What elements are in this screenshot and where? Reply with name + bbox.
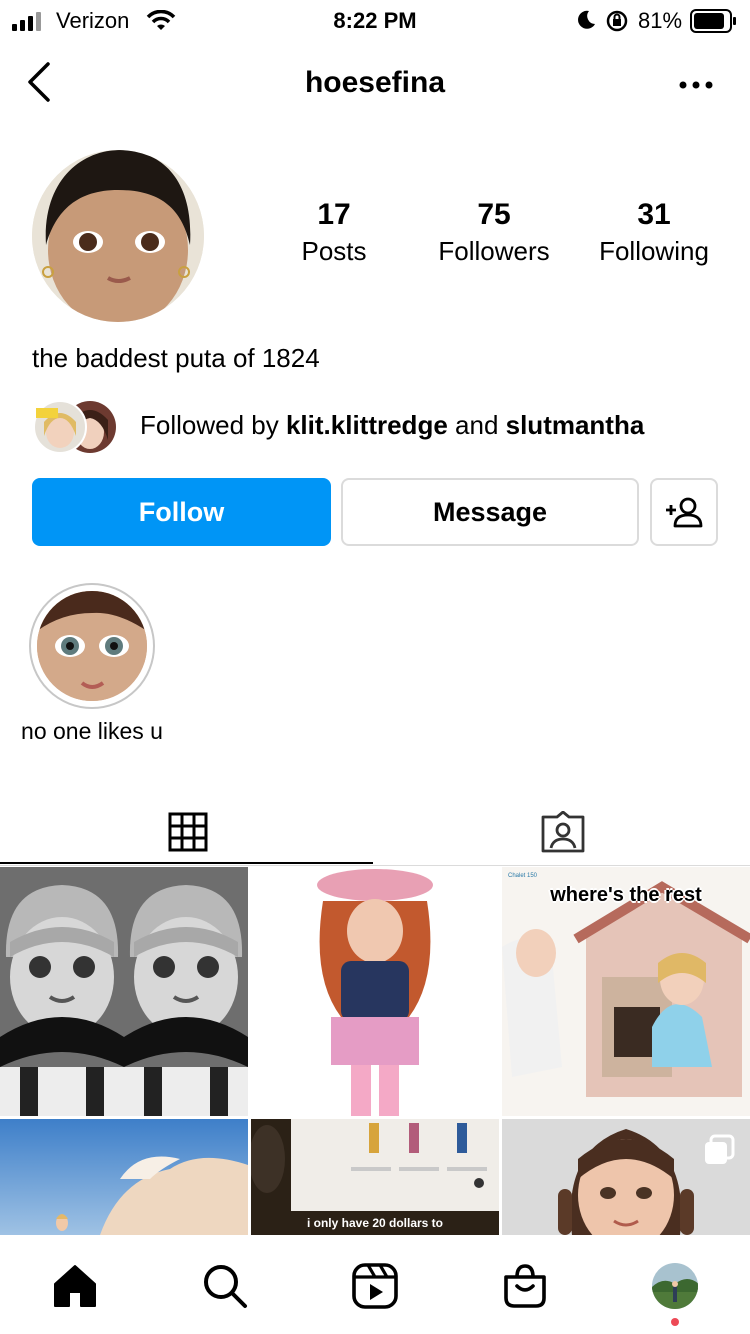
shop-icon	[504, 1264, 546, 1308]
story-highlight-label: no one likes u	[21, 718, 163, 744]
grid-icon	[168, 812, 207, 852]
search-icon	[204, 1265, 247, 1308]
followed-by-text: Followed by klit.klittredge and slutmant…	[140, 410, 644, 441]
reels-icon	[352, 1263, 398, 1309]
battery-icon	[690, 9, 736, 33]
profile-avatar[interactable]	[32, 150, 204, 322]
tab-posts-grid[interactable]	[0, 800, 375, 864]
followed-by-avatars[interactable]	[32, 400, 124, 454]
post-caption: where's the rest	[550, 884, 702, 906]
profile-bio: the baddest puta of 1824	[32, 343, 320, 373]
post-caption: i only have 20 dollars to	[306, 1216, 444, 1230]
followers-label: Followers	[438, 236, 550, 266]
moon-icon	[578, 10, 595, 29]
followed-by-user-link[interactable]: slutmantha	[506, 410, 645, 440]
post-thumbnail[interactable]: i only have 20 dollars to	[251, 1119, 499, 1235]
following-label: Following	[599, 236, 709, 266]
post-thumbnail[interactable]	[0, 867, 248, 1116]
nav-shop[interactable]	[497, 1258, 553, 1314]
nav-home[interactable]	[47, 1258, 103, 1314]
followed-by-user-link[interactable]: klit.klittredge	[286, 410, 448, 440]
active-tab-indicator	[0, 862, 373, 864]
follow-button[interactable]: Follow	[32, 478, 331, 546]
posts-label: Posts	[301, 236, 367, 266]
posts-stat: 17 Posts	[254, 198, 414, 267]
suggested-accounts-button[interactable]	[650, 478, 718, 546]
more-options-icon[interactable]	[676, 70, 716, 100]
post-thumbnail[interactable]	[251, 867, 499, 1116]
rotation-lock-icon	[606, 10, 628, 32]
message-button[interactable]: Message	[341, 478, 639, 546]
followers-count: 75	[477, 198, 511, 231]
followed-by-prefix: Followed by	[140, 410, 286, 440]
tagged-icon	[541, 811, 584, 853]
tab-divider	[0, 865, 750, 866]
nav-search[interactable]	[197, 1258, 253, 1314]
followed-by-joiner: and	[447, 410, 506, 440]
battery-percent: 81%	[638, 8, 683, 33]
add-user-icon	[666, 497, 703, 528]
post-thumbnail[interactable]	[502, 1119, 750, 1235]
home-icon	[54, 1265, 96, 1307]
profile-avatar	[652, 1263, 698, 1309]
profile-username: hoesefina	[304, 66, 446, 99]
following-count: 31	[637, 198, 671, 231]
tab-tagged[interactable]	[375, 800, 750, 864]
post-thumbnail[interactable]	[0, 1119, 248, 1235]
posts-count: 17	[317, 198, 351, 231]
following-stat[interactable]: 31 Following	[574, 198, 734, 267]
followers-stat[interactable]: 75 Followers	[414, 198, 574, 267]
post-thumbnail[interactable]: Chalet 150 where's the rest	[502, 867, 750, 1116]
notification-dot	[671, 1318, 679, 1326]
nav-reels[interactable]	[347, 1258, 403, 1314]
story-highlight-thumbnail[interactable]	[37, 591, 147, 701]
post-small-text: Chalet 150	[508, 873, 538, 879]
carousel-icon	[705, 1134, 735, 1164]
status-bar: Verizon 8:22 PM 81%	[0, 0, 750, 44]
nav-profile[interactable]	[647, 1258, 703, 1314]
